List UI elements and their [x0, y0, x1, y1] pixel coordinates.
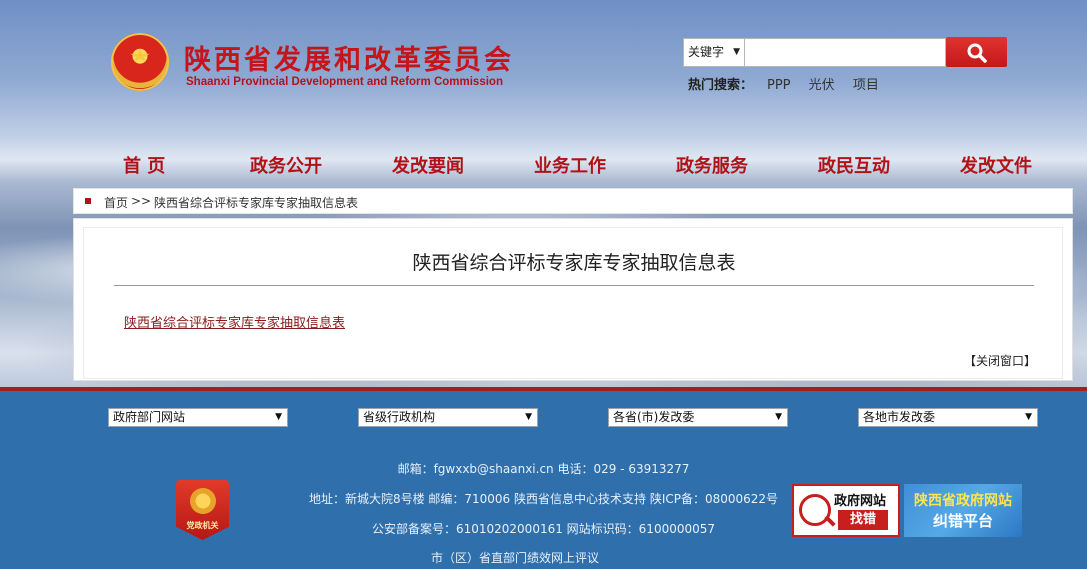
hot-term-link[interactable]: PPP: [767, 78, 791, 93]
select-label: 省级行政机构: [363, 410, 436, 424]
gov-badge-title: 政府网站: [834, 494, 887, 509]
city-drc-select[interactable]: 各地市发改委 ▼: [858, 408, 1038, 427]
site-title: 陕西省发展和改革委员会: [184, 45, 514, 76]
site-subtitle: Shaanxi Provincial Development and Refor…: [186, 76, 503, 88]
breadcrumb-separator: >>: [131, 194, 152, 208]
breadcrumb: 首页 >> 陕西省综合评标专家库专家抽取信息表: [73, 188, 1073, 214]
error-correction-platform-banner[interactable]: 陕西省政府网站 纠错平台: [904, 484, 1022, 537]
hot-term-link[interactable]: 光伏: [809, 78, 835, 93]
gov-badge-action: 找错: [838, 510, 888, 530]
footer: 政府部门网站 ▼ 省级行政机构 ▼ 各省(市)发改委 ▼ 各地市发改委 ▼ 邮箱：fgw…: [0, 387, 1087, 569]
chevron-down-icon: ▼: [525, 412, 532, 422]
chevron-down-icon: ▼: [733, 47, 740, 57]
breadcrumb-current[interactable]: 陕西省综合评标专家库专家抽取信息表: [154, 194, 358, 211]
title-divider: [114, 285, 1034, 286]
provincial-drc-select[interactable]: 各省(市)发改委 ▼: [608, 408, 788, 427]
platform-line2: 纠错平台: [932, 512, 993, 530]
attachment-link[interactable]: 陕西省综合评标专家库专家抽取信息表: [124, 312, 345, 331]
search-input[interactable]: [745, 38, 946, 67]
main-nav: 首 页 政务公开 发改要闻 业务工作 政务服务 政民互动 发改文件: [0, 152, 1087, 182]
provincial-agencies-select[interactable]: 省级行政机构 ▼: [358, 408, 538, 427]
gov-department-sites-select[interactable]: 政府部门网站 ▼: [108, 408, 288, 427]
party-badge-text: 党政机关: [186, 521, 219, 530]
national-emblem-logo: [111, 33, 169, 91]
chevron-down-icon: ▼: [1025, 412, 1032, 422]
search-button[interactable]: [946, 37, 1007, 67]
select-label: 各省(市)发改委: [613, 410, 695, 424]
nav-item-documents[interactable]: 发改文件: [960, 152, 1032, 178]
chevron-down-icon: ▼: [775, 412, 782, 422]
search-type-label: 关键字: [688, 45, 725, 59]
select-label: 各地市发改委: [863, 410, 936, 424]
nav-item-services[interactable]: 政务服务: [676, 152, 748, 178]
performance-eval-link[interactable]: 市（区）省直部门绩效网上评议: [0, 549, 1030, 566]
magnifier-icon: [799, 494, 831, 526]
close-window-button[interactable]: 【关闭窗口】: [964, 352, 1036, 369]
nav-item-home[interactable]: 首 页: [123, 152, 165, 178]
nav-item-business[interactable]: 业务工作: [534, 152, 606, 178]
search-type-select[interactable]: 关键字 ▼: [683, 38, 745, 67]
article-container: 陕西省综合评标专家库专家抽取信息表 陕西省综合评标专家库专家抽取信息表 【关闭窗…: [83, 227, 1063, 379]
select-label: 政府部门网站: [113, 410, 186, 424]
contact-info: 邮箱：fgwxxb@shaanxi.cn 电话：029 - 63913277: [397, 462, 690, 476]
chevron-down-icon: ▼: [275, 412, 282, 422]
nav-item-interaction[interactable]: 政民互动: [818, 152, 890, 178]
search-icon: [967, 43, 987, 63]
platform-line1: 陕西省政府网站: [914, 493, 1012, 509]
hot-search-terms: PPP 光伏 项目: [767, 74, 893, 93]
content-panel: 陕西省综合评标专家库专家抽取信息表 陕西省综合评标专家库专家抽取信息表 【关闭窗…: [73, 218, 1073, 381]
article-title: 陕西省综合评标专家库专家抽取信息表: [412, 252, 736, 274]
gov-website-error-report-badge[interactable]: 政府网站 找错: [792, 484, 900, 537]
hot-term-link[interactable]: 项目: [853, 78, 879, 93]
breadcrumb-marker-icon: [85, 198, 91, 204]
breadcrumb-home-link[interactable]: 首页: [104, 194, 128, 211]
nav-item-gov-affairs-open[interactable]: 政务公开: [250, 152, 322, 178]
nav-item-news[interactable]: 发改要闻: [392, 152, 464, 178]
party-emblem-icon: [190, 488, 216, 514]
hot-search-label: 热门搜索：: [688, 78, 754, 93]
